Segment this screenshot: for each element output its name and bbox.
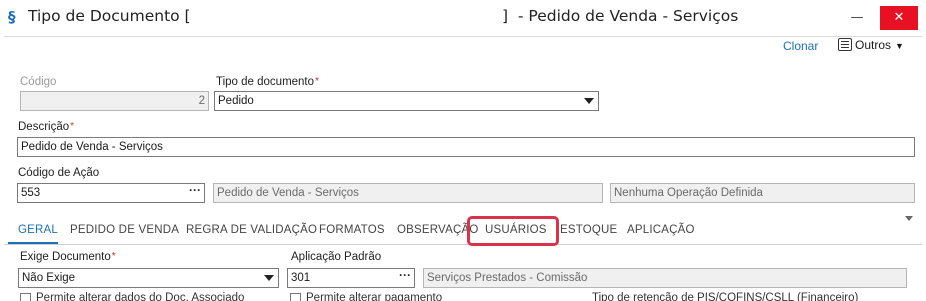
- lookup-button[interactable]: ···: [186, 184, 204, 202]
- required-marker: *: [315, 76, 319, 87]
- window-title-right: ] - Pedido de Venda - Serviços: [502, 7, 739, 25]
- descricao-input[interactable]: Pedido de Venda - Serviços: [17, 137, 915, 157]
- chevron-down-icon: [584, 98, 594, 104]
- tab-formatos[interactable]: FORMATOS: [319, 224, 385, 236]
- tab-aplicacao[interactable]: APLICAÇÃO: [627, 224, 695, 236]
- tipo-documento-value: Pedido: [218, 95, 254, 107]
- title-divider: [4, 36, 922, 37]
- codigo-acao-value: 553: [21, 187, 41, 199]
- permite-alterar-doc-label: Permite alterar dados do Doc. Associado: [36, 292, 245, 301]
- exige-documento-select[interactable]: Não Exige: [18, 268, 279, 288]
- tabs-divider: [4, 244, 922, 245]
- required-marker: *: [70, 121, 75, 132]
- required-marker: *: [111, 251, 116, 262]
- title-bar: § Tipo de Documento [ ] - Pedido de Vend…: [0, 0, 926, 36]
- aplicacao-padrao-value: 301: [291, 272, 311, 284]
- tipo-documento-select[interactable]: Pedido: [214, 91, 599, 111]
- tabs-overflow-icon[interactable]: [905, 216, 913, 221]
- tipo-retencao-label: Tipo de retenção de PIS/COFINS/CSLL (Fin…: [592, 292, 859, 301]
- minimize-button[interactable]: —: [848, 9, 866, 27]
- tab-usuarios-highlight: [467, 216, 559, 246]
- outros-menu-button[interactable]: Outros ▼: [838, 38, 904, 56]
- codigo-acao-description: Pedido de Venda - Serviços: [213, 183, 603, 203]
- tab-pedido-de-venda[interactable]: PEDIDO DE VENDA: [70, 224, 179, 236]
- close-button[interactable]: ✕: [880, 6, 918, 30]
- codigo-field: 2: [20, 91, 209, 111]
- permite-alterar-doc-checkbox[interactable]: [20, 293, 31, 301]
- lookup-button[interactable]: ···: [396, 269, 414, 287]
- descricao-label: Descrição*: [18, 121, 75, 133]
- window-title-left: Tipo de Documento [: [28, 7, 191, 25]
- aplicacao-padrao-label: Aplicação Padrão: [291, 251, 382, 263]
- tipo-documento-label: Tipo de documento*: [216, 76, 319, 88]
- tab-geral[interactable]: GERAL: [18, 224, 58, 236]
- chevron-down-icon: ▼: [895, 41, 904, 51]
- codigo-label: Código: [20, 76, 57, 88]
- codigo-acao-input[interactable]: 553 ···: [17, 183, 205, 203]
- tab-regra-de-validacao[interactable]: REGRA DE VALIDAÇÃO: [186, 224, 317, 236]
- permite-alterar-pagamento-checkbox[interactable]: [290, 293, 301, 301]
- outros-label: Outros: [855, 38, 892, 52]
- codigo-acao-label: Código de Ação: [18, 167, 100, 179]
- exige-documento-value: Não Exige: [22, 272, 76, 284]
- chevron-down-icon: [264, 275, 274, 281]
- permite-alterar-pagamento-label: Permite alterar pagamento: [306, 292, 443, 301]
- aplicacao-padrao-input[interactable]: 301 ···: [287, 268, 415, 288]
- clonar-link[interactable]: Clonar: [783, 39, 818, 53]
- app-logo-icon: §: [8, 8, 16, 26]
- aplicacao-padrao-description: Serviços Prestados - Comissão: [423, 268, 907, 288]
- codigo-acao-operation: Nenhuma Operação Definida: [610, 183, 915, 203]
- tab-estoque[interactable]: ESTOQUE: [560, 224, 617, 236]
- list-icon: [838, 38, 852, 51]
- exige-documento-label: Exige Documento*: [20, 251, 116, 263]
